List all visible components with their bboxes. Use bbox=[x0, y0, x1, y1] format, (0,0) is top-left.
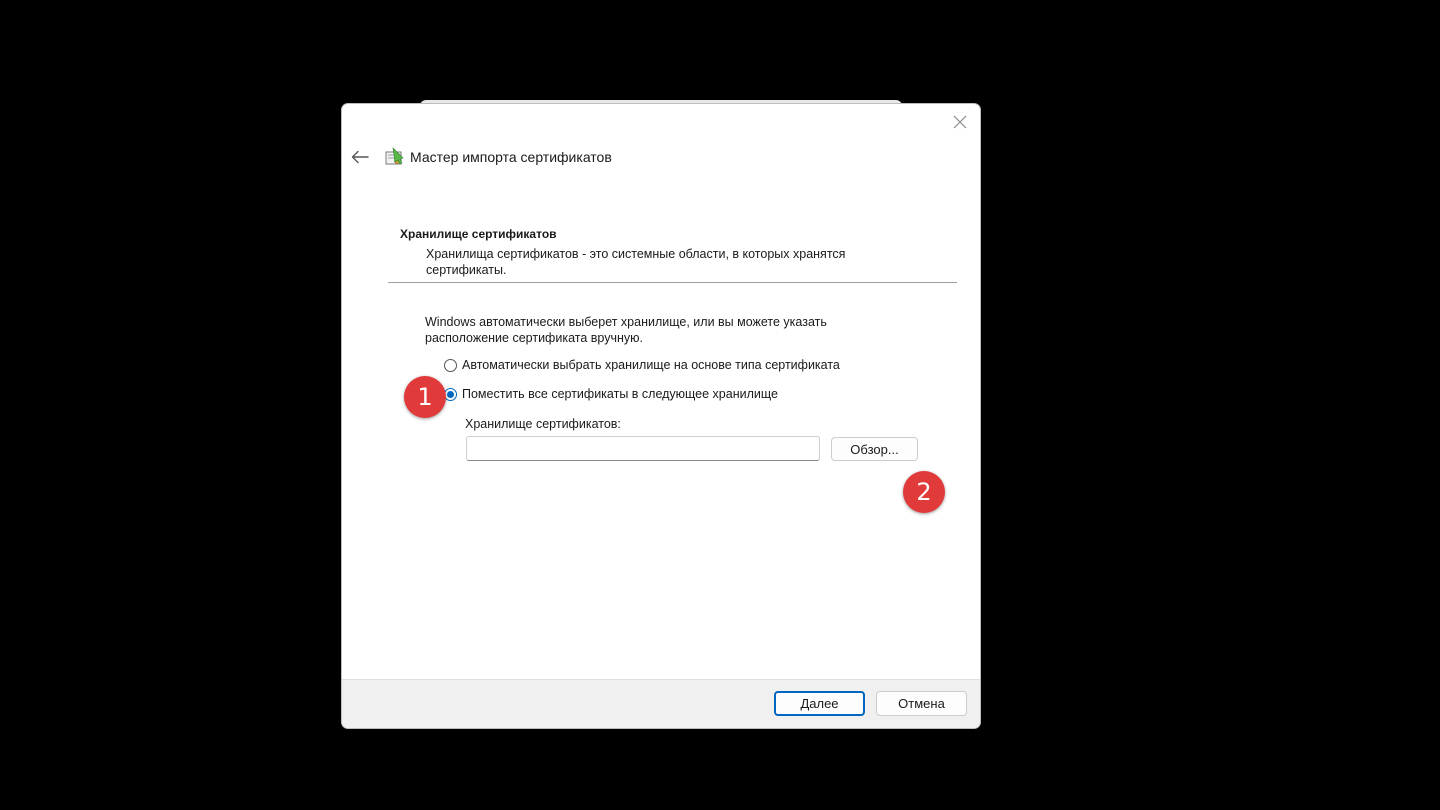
dialog-footer: Далее Отмена bbox=[342, 679, 980, 728]
screen: Мастер импорта сертификатов Хранилище се… bbox=[0, 0, 1440, 810]
header-divider bbox=[388, 282, 957, 283]
wizard-title: Мастер импорта сертификатов bbox=[410, 149, 612, 165]
section-description: Хранилища сертификатов - это системные о… bbox=[426, 247, 846, 277]
radio-auto-label[interactable]: Автоматически выбрать хранилище на основ… bbox=[462, 358, 840, 372]
store-input[interactable] bbox=[466, 436, 820, 461]
back-button[interactable] bbox=[348, 146, 372, 168]
close-button[interactable] bbox=[948, 110, 972, 134]
next-button[interactable]: Далее bbox=[774, 691, 865, 716]
radio-auto-store[interactable]: Автоматически выбрать хранилище на основ… bbox=[444, 358, 840, 372]
cancel-button[interactable]: Отмена bbox=[876, 691, 967, 716]
radio-manual-store[interactable]: Поместить все сертификаты в следующее хр… bbox=[444, 387, 778, 401]
close-icon bbox=[953, 115, 967, 129]
step-2-badge: 2 bbox=[903, 471, 945, 513]
back-arrow-icon bbox=[351, 150, 369, 164]
radio-auto-indicator[interactable] bbox=[444, 358, 457, 372]
store-field-label: Хранилище сертификатов: bbox=[465, 417, 621, 431]
step-1-badge: 1 bbox=[404, 376, 446, 418]
intro-text: Windows автоматически выберет хранилище,… bbox=[425, 315, 827, 345]
browse-button[interactable]: Обзор... bbox=[831, 437, 918, 461]
certificate-import-wizard-dialog: Мастер импорта сертификатов Хранилище се… bbox=[342, 104, 980, 728]
radio-manual-label[interactable]: Поместить все сертификаты в следующее хр… bbox=[462, 387, 778, 401]
section-header: Хранилище сертификатов bbox=[400, 227, 557, 241]
certificate-wizard-icon bbox=[385, 147, 404, 165]
